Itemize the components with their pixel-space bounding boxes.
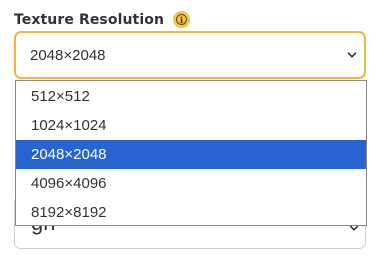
dropdown-option[interactable]: 4096×4096 [16,169,366,198]
resolution-dropdown-list: 512×512 1024×1024 2048×2048 4096×4096 8192×8… [15,80,367,226]
field-label-row: Texture Resolution i [14,11,191,28]
info-icon-glyph: i [176,14,188,25]
dropdown-option[interactable]: 2048×2048 [16,140,366,169]
texture-resolution-label: Texture Resolution [14,11,165,28]
dropdown-option[interactable]: 512×512 [16,82,366,111]
dropdown-option[interactable]: 8192×8192 [16,198,366,227]
select-current-value: 2048×2048 [30,46,106,64]
texture-resolution-select[interactable]: 2048×2048 [14,31,366,79]
chevron-down-icon [347,52,357,58]
dropdown-option[interactable]: 1024×1024 [16,111,366,140]
texture-resolution-panel: Texture Resolution i 2048×2048 gn 512×51… [0,0,386,268]
info-icon[interactable]: i [173,11,191,28]
